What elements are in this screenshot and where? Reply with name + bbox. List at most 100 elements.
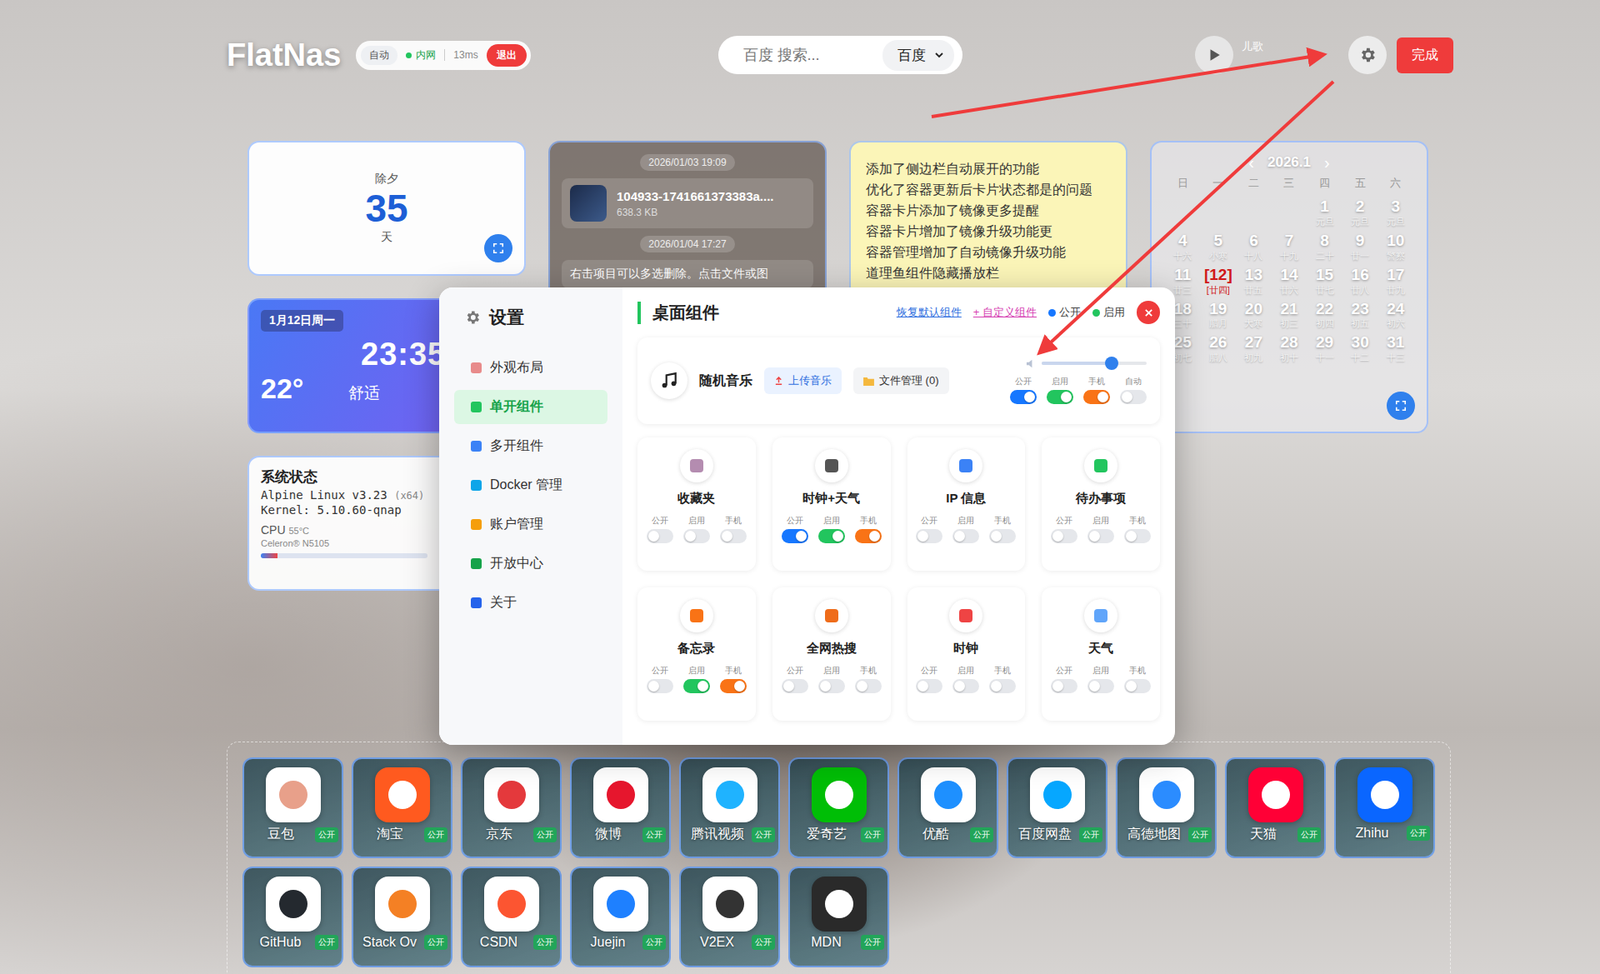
search-input[interactable]: 百度 搜索... xyxy=(743,45,883,65)
app-tile[interactable]: GitHub 公开 xyxy=(242,866,344,968)
expand-button[interactable] xyxy=(1386,391,1415,420)
calendar-day[interactable]: 20 大寒 xyxy=(1235,300,1272,331)
app-tile[interactable]: CSDN 公开 xyxy=(460,866,562,968)
toggle-switch[interactable] xyxy=(1120,390,1147,405)
sidebar-item[interactable]: Docker 管理 xyxy=(454,468,608,503)
toggle-switch[interactable] xyxy=(855,679,882,694)
expand-button[interactable] xyxy=(484,234,513,263)
calendar-day[interactable]: 31 十三 xyxy=(1377,333,1414,365)
logo[interactable]: FlatNas xyxy=(226,37,341,74)
done-button[interactable]: 完成 xyxy=(1396,37,1454,74)
toggle-switch[interactable] xyxy=(989,529,1016,544)
toggle-switch[interactable] xyxy=(781,679,809,694)
calendar-day[interactable]: 3 元旦 xyxy=(1377,197,1414,229)
calendar-day[interactable]: 15 廿七 xyxy=(1306,265,1343,297)
calendar-day[interactable]: 21 初三 xyxy=(1271,300,1308,331)
calendar-day[interactable]: 8 二十 xyxy=(1306,231,1343,263)
toggle-switch[interactable] xyxy=(818,529,845,544)
toggle-switch[interactable] xyxy=(915,529,943,544)
search-box[interactable]: 百度 搜索... 百度 xyxy=(718,35,963,75)
calendar-day[interactable]: 4 十六 xyxy=(1165,231,1201,263)
app-tile[interactable]: MDN 公开 xyxy=(788,866,890,968)
calendar-day[interactable]: 27 初九 xyxy=(1235,333,1272,365)
toggle-switch[interactable] xyxy=(1087,679,1115,694)
sidebar-item[interactable]: 开放中心 xyxy=(454,546,608,581)
calendar-day[interactable]: 24 初六 xyxy=(1377,300,1414,331)
app-tile[interactable]: 腾讯视频 公开 xyxy=(679,757,780,859)
toggle-switch[interactable] xyxy=(683,679,710,694)
sidebar-item[interactable]: 外观布局 xyxy=(454,350,608,385)
app-tile[interactable]: Juejin 公开 xyxy=(570,866,671,968)
toggle-switch[interactable] xyxy=(1010,390,1037,405)
app-tile[interactable]: 百度网盘 公开 xyxy=(1006,757,1108,859)
calendar-day[interactable]: 30 十二 xyxy=(1342,333,1379,365)
logout-button[interactable]: 退出 xyxy=(486,44,527,67)
calendar-day[interactable]: 5 小寒 xyxy=(1200,231,1237,263)
toggle-switch[interactable] xyxy=(855,529,882,544)
toggle-switch[interactable] xyxy=(952,679,980,694)
calendar-day[interactable]: 19 腊月 xyxy=(1200,300,1237,331)
slider-thumb[interactable] xyxy=(1105,356,1119,370)
toggle-switch[interactable] xyxy=(952,529,980,544)
prev-month-button[interactable]: ‹ xyxy=(1248,154,1255,171)
toggle-switch[interactable] xyxy=(1050,679,1078,694)
toggle-switch[interactable] xyxy=(720,679,747,694)
app-tile[interactable]: 高德地图 公开 xyxy=(1115,757,1217,859)
calendar-day[interactable]: 29 十一 xyxy=(1306,333,1343,365)
calendar-day[interactable]: 7 十九 xyxy=(1271,231,1308,263)
toggle-switch[interactable] xyxy=(818,679,845,694)
toggle-switch[interactable] xyxy=(989,679,1016,694)
calendar-day[interactable]: 2 元旦 xyxy=(1342,197,1379,229)
calendar-day[interactable]: 14 廿六 xyxy=(1271,265,1308,297)
calendar-day[interactable]: 9 廿一 xyxy=(1342,231,1379,263)
sidebar-item[interactable]: 账户管理 xyxy=(454,507,608,542)
file-item[interactable]: 104933-1741661373383a.... 638.3 KB xyxy=(561,178,814,229)
calendar-day[interactable]: 26 腊八 xyxy=(1200,333,1237,365)
calendar-day[interactable]: 6 十八 xyxy=(1235,231,1272,263)
app-tile[interactable]: 优酷 公开 xyxy=(897,757,999,859)
toggle-switch[interactable] xyxy=(1087,529,1115,544)
mode-chip[interactable]: 自动 xyxy=(360,45,398,65)
sidebar-item[interactable]: 单开组件 xyxy=(454,390,608,425)
calendar-day[interactable]: 1 元旦 xyxy=(1306,197,1343,229)
calendar-day[interactable]: 16 廿八 xyxy=(1342,265,1379,297)
app-tile[interactable]: 京东 公开 xyxy=(460,757,562,859)
toggle-switch[interactable] xyxy=(781,529,809,544)
toggle-switch[interactable] xyxy=(646,679,674,694)
calendar-day[interactable]: 23 初五 xyxy=(1342,300,1379,331)
app-tile[interactable]: Zhihu 公开 xyxy=(1334,757,1435,859)
app-tile[interactable]: 天猫 公开 xyxy=(1225,757,1326,859)
toggle-switch[interactable] xyxy=(1046,390,1074,405)
next-month-button[interactable]: › xyxy=(1324,154,1330,171)
app-tile[interactable]: 豆包 公开 xyxy=(242,757,344,859)
app-tile[interactable]: 淘宝 公开 xyxy=(351,757,453,859)
close-button[interactable] xyxy=(1136,300,1160,325)
sidebar-item[interactable]: 关于 xyxy=(454,585,608,620)
app-tile[interactable]: 爱奇艺 公开 xyxy=(788,757,890,859)
volume-slider[interactable] xyxy=(1041,361,1147,365)
message-bubble[interactable]: 右击项目可以多选删除。点击文件或图 xyxy=(561,260,814,289)
toggle-switch[interactable] xyxy=(1083,390,1110,405)
toggle-switch[interactable] xyxy=(683,529,710,544)
restore-defaults-link[interactable]: 恢复默认组件 xyxy=(896,305,962,320)
toggle-switch[interactable] xyxy=(1124,679,1151,694)
calendar-day[interactable]: 13 廿五 xyxy=(1235,265,1272,297)
file-manager-button[interactable]: 文件管理 (0) xyxy=(853,367,950,395)
app-tile[interactable]: V2EX 公开 xyxy=(679,866,780,968)
upload-music-button[interactable]: 上传音乐 xyxy=(764,367,842,395)
engine-select[interactable]: 百度 xyxy=(882,40,955,71)
calendar-day[interactable]: 28 初十 xyxy=(1271,333,1308,365)
app-tile[interactable]: Stack Ov 公开 xyxy=(351,866,453,968)
play-button[interactable] xyxy=(1195,35,1234,75)
toggle-switch[interactable] xyxy=(915,679,943,694)
app-tile[interactable]: 微博 公开 xyxy=(570,757,671,859)
calendar-day[interactable]: 10 警察 xyxy=(1377,231,1414,263)
toggle-switch[interactable] xyxy=(1124,529,1151,544)
toggle-switch[interactable] xyxy=(720,529,747,544)
toggle-switch[interactable] xyxy=(646,529,674,544)
custom-widget-link[interactable]: + 自定义组件 xyxy=(973,305,1037,320)
calendar-day[interactable]: 22 初四 xyxy=(1306,300,1343,331)
sidebar-item[interactable]: 多开组件 xyxy=(454,429,608,464)
calendar-day[interactable]: 17 廿九 xyxy=(1377,265,1414,297)
settings-button[interactable] xyxy=(1348,35,1387,75)
